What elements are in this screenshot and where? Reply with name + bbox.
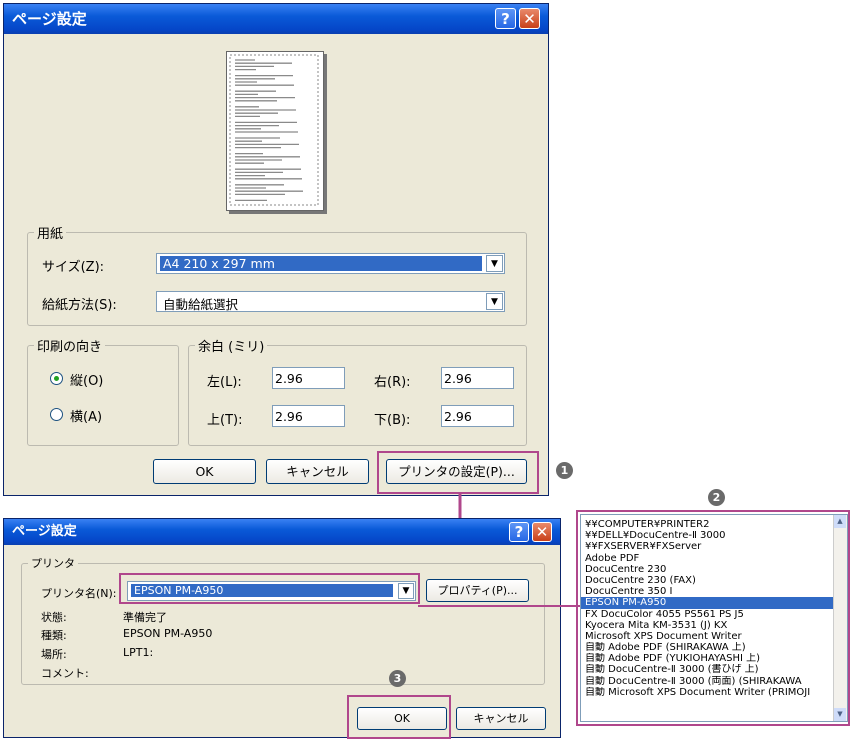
landscape-label[interactable]: 横(A) [70,406,102,425]
paper-source-select[interactable]: 自動給紙選択 ▼ [156,291,505,312]
orientation-group-label: 印刷の向き [37,340,103,355]
step-badge-2: 2 [708,489,725,506]
title-bar[interactable]: ページ設定 ? ✕ [4,4,548,34]
radio-dot [54,376,59,381]
page-setup-dialog: ページ設定 ? ✕ 用紙 サイズ(Z): A4 210 x 297 mm ▼ 給… [3,3,549,496]
margins-group: 余白 (ミリ) [188,336,527,446]
printer-name-label: プリンタ名(N): [41,587,117,600]
printer-group-label: プリンタ [31,557,75,570]
scroll-down-icon[interactable]: ▼ [834,708,846,721]
size-value: A4 210 x 297 mm [160,256,482,271]
bottom-margin-label: 下(B): [374,413,411,428]
status-label: 状態: [41,611,67,624]
size-label: サイズ(Z): [42,260,105,275]
connector-line [418,605,582,607]
right-margin-input[interactable]: 2.96 [441,367,514,389]
printer-list-item[interactable]: DocuCentre 230 [581,564,847,575]
printer-dialog: ページ設定 ? ✕ プリンタ プリンタ名(N): EPSON PM-A950 ▼… [3,518,561,738]
close-icon[interactable]: ✕ [532,522,552,542]
printer-list-item[interactable]: 自動 Adobe PDF (YUKIOHAYASHI 上) [581,653,847,664]
ok-button[interactable]: OK [153,459,256,484]
status-value: 準備完了 [123,611,167,624]
portrait-label[interactable]: 縦(O) [70,370,103,389]
printer-list-item[interactable]: ¥¥DELL¥DocuCentre-Ⅱ 3000 [581,530,847,541]
printer-setup-highlight [377,451,539,494]
paper-group-label: 用紙 [37,227,64,242]
close-icon[interactable]: ✕ [519,8,540,29]
chevron-down-icon[interactable]: ▼ [486,255,503,272]
printer-list-item[interactable]: DocuCentre 350 I [581,586,847,597]
left-margin-label: 左(L): [207,375,242,390]
paper-source-value: 自動給紙選択 [163,297,239,312]
orientation-group: 印刷の向き [27,336,179,446]
properties-button[interactable]: プロパティ(P)... [426,579,529,602]
title-bar[interactable]: ページ設定 ? ✕ [4,519,560,545]
comment-label: コメント: [41,667,89,680]
bottom-margin-input[interactable]: 2.96 [441,405,514,427]
type-value: EPSON PM-A950 [123,627,213,640]
dialog-title: ページ設定 [12,10,87,28]
cancel-button[interactable]: キャンセル [266,459,369,484]
help-icon[interactable]: ? [509,522,529,542]
help-icon[interactable]: ? [495,8,516,29]
printer-list-item[interactable]: Microsoft XPS Document Writer [581,631,847,642]
left-margin-input[interactable]: 2.96 [272,367,345,389]
printer-list-item[interactable]: DocuCentre 230 (FAX) [581,575,847,586]
printer-list-item[interactable]: EPSON PM-A950 [581,597,847,609]
printer-list[interactable]: ¥¥COMPUTER¥PRINTER2 ¥¥DELL¥DocuCentre-Ⅱ 3… [580,514,848,722]
preview-lines [229,54,319,206]
portrait-radio[interactable] [50,372,63,385]
printer-list-item[interactable]: ¥¥COMPUTER¥PRINTER2 [581,519,847,530]
top-margin-input[interactable]: 2.96 [272,405,345,427]
page-preview [226,51,324,211]
where-label: 場所: [41,648,67,661]
ok-highlight [347,695,451,739]
right-margin-label: 右(R): [374,375,411,390]
scroll-up-icon[interactable]: ▲ [834,515,846,528]
printer-list-item[interactable]: 自動 Microsoft XPS Document Writer (PRIMOJ… [581,687,847,698]
size-select[interactable]: A4 210 x 297 mm ▼ [156,253,505,274]
chevron-down-icon[interactable]: ▼ [486,293,503,310]
step-badge-3: 3 [389,670,406,687]
cancel-button[interactable]: キャンセル [456,707,546,730]
printer-list-item[interactable]: 自動 DocuCentre-Ⅱ 3000 (書ひげ 上) [581,664,847,675]
printer-list-item[interactable]: FX DocuColor 4055 PS561 PS J5 [581,609,847,620]
top-margin-label: 上(T): [207,413,243,428]
step-badge-1: 1 [556,462,573,479]
printer-list-item[interactable]: Kyocera Mita KM-3531 (J) KX [581,620,847,631]
printer-list-item[interactable]: Adobe PDF [581,553,847,564]
landscape-radio[interactable] [50,408,63,421]
paper-source-label: 給紙方法(S): [42,298,117,313]
printer-name-highlight [119,573,420,604]
printer-list-items: ¥¥COMPUTER¥PRINTER2 ¥¥DELL¥DocuCentre-Ⅱ 3… [581,515,847,698]
where-value: LPT1: [123,646,154,659]
margins-group-label: 余白 (ミリ) [198,340,265,355]
type-label: 種類: [41,629,67,642]
dialog-title: ページ設定 [12,524,77,539]
vertical-scrollbar[interactable]: ▲ ▼ [833,515,847,721]
printer-list-item[interactable]: 自動 Adobe PDF (SHIRAKAWA 上) [581,642,847,653]
printer-list-item[interactable]: ¥¥FXSERVER¥FXServer [581,541,847,552]
printer-list-item[interactable]: 自動 DocuCentre-Ⅱ 3000 (両面) (SHIRAKAWA [581,676,847,687]
